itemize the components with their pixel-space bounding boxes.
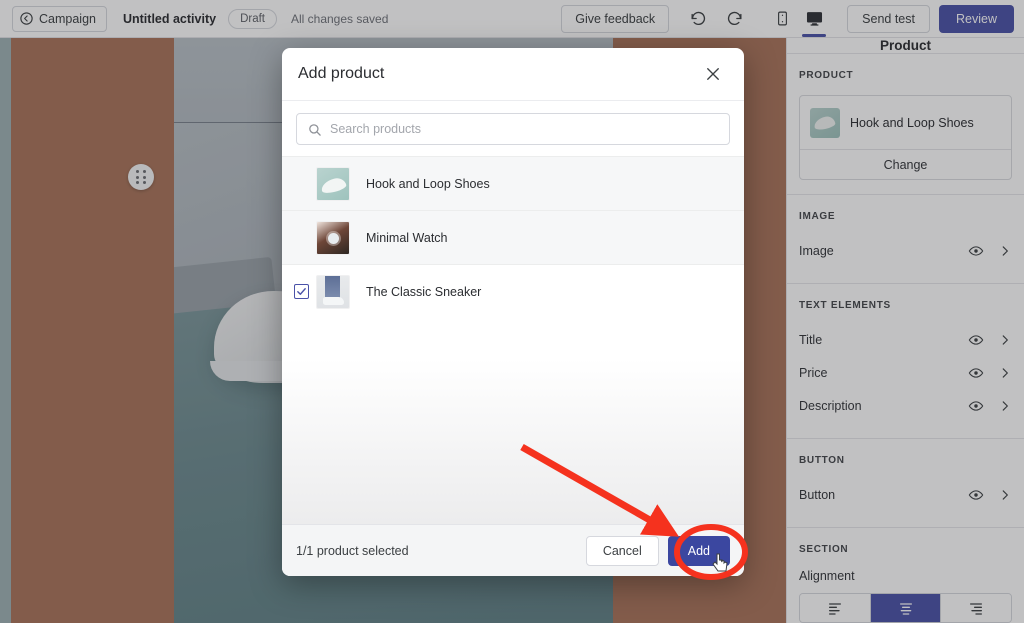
add-product-dialog: Add product H xyxy=(282,48,744,576)
search-input[interactable] xyxy=(330,122,719,136)
list-item[interactable]: Minimal Watch xyxy=(282,210,744,264)
dialog-footer: 1/1 product selected Cancel Add xyxy=(282,524,744,576)
sneaker-thumb-icon xyxy=(316,274,350,309)
cancel-label: Cancel xyxy=(602,543,642,558)
shoes-thumb-icon xyxy=(316,166,350,201)
selection-count: 1/1 product selected xyxy=(296,543,409,558)
dialog-header: Add product xyxy=(282,48,744,101)
pointer-hand-cursor xyxy=(712,553,730,573)
watch-thumb-icon xyxy=(316,220,350,255)
product-list[interactable]: Hook and Loop Shoes Minimal Watch The Cl… xyxy=(282,156,744,524)
product-name: Hook and Loop Shoes xyxy=(366,176,490,191)
list-item[interactable]: The Classic Sneaker xyxy=(282,264,744,318)
list-item[interactable]: Hook and Loop Shoes xyxy=(282,156,744,210)
dialog-search-area xyxy=(282,101,744,156)
close-icon[interactable] xyxy=(700,61,726,87)
search-icon xyxy=(307,122,322,137)
dialog-title: Add product xyxy=(298,65,385,82)
product-name: The Classic Sneaker xyxy=(366,284,482,299)
add-label: Add xyxy=(687,543,710,558)
product-checkbox[interactable] xyxy=(294,284,309,299)
app-root: Campaign Untitled activity Draft All cha… xyxy=(0,0,1024,623)
search-products-box[interactable] xyxy=(296,113,730,145)
product-name: Minimal Watch xyxy=(366,230,448,245)
cancel-button[interactable]: Cancel xyxy=(585,535,659,566)
